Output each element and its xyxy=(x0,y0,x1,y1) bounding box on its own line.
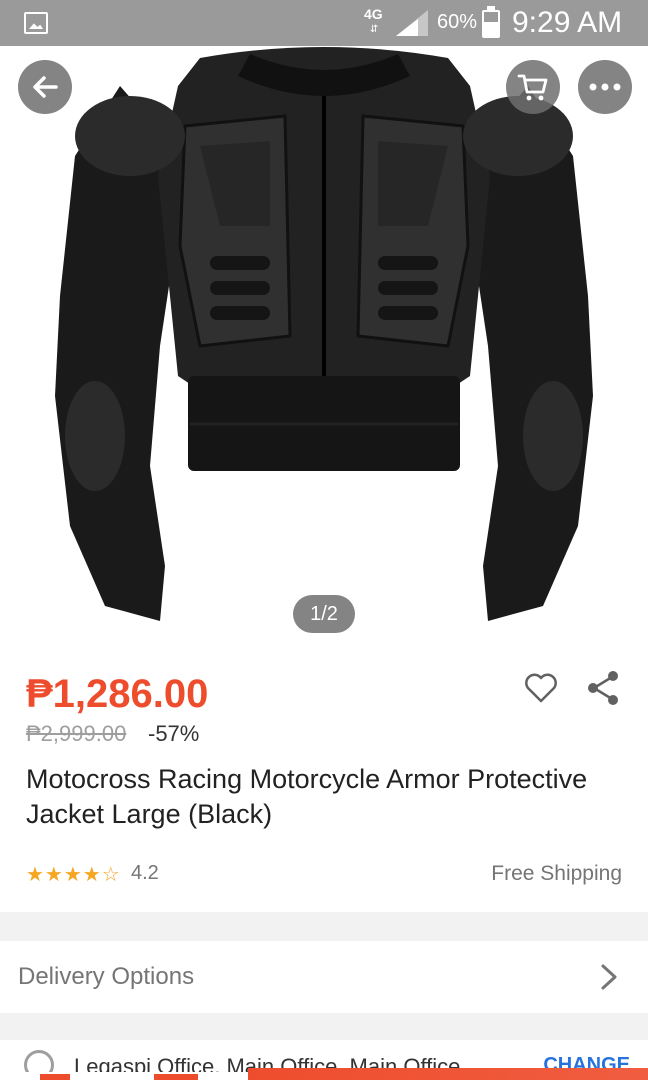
delivery-options-label: Delivery Options xyxy=(18,963,195,990)
cart-button[interactable] xyxy=(506,60,560,114)
battery-icon xyxy=(482,6,500,38)
product-image xyxy=(55,47,593,621)
clock: 9:29 AM xyxy=(512,6,623,39)
product-info-card: ₱1,286.00 ₱2,999.00 -57% Motocross Racin… xyxy=(0,648,648,912)
cart-icon xyxy=(517,74,548,101)
chevron-right-icon xyxy=(601,964,617,990)
gallery-notification-icon xyxy=(24,12,48,34)
rating-value: 4.2 xyxy=(131,862,159,884)
free-shipping-label: Free Shipping xyxy=(491,862,622,885)
image-counter: 1/2 xyxy=(293,595,355,633)
product-image-gallery[interactable]: 1/2 xyxy=(0,46,648,648)
arrow-left-icon xyxy=(33,76,58,98)
signal-icon xyxy=(396,10,428,36)
product-title: Motocross Racing Motorcycle Armor Protec… xyxy=(26,764,588,829)
battery-percent: 60% xyxy=(437,11,478,33)
buy-now-button[interactable] xyxy=(248,1068,648,1080)
discount-percent: -57% xyxy=(148,721,200,746)
data-arrows-icon: ⇵ xyxy=(370,24,379,35)
rating-stars: ★★★★☆ xyxy=(26,864,121,886)
original-price: ₱2,999.00 xyxy=(26,721,127,746)
more-options-button[interactable] xyxy=(578,60,632,114)
bottom-bar-cart-accent[interactable] xyxy=(154,1074,198,1080)
delivery-options-row[interactable]: Delivery Options xyxy=(0,941,648,1013)
more-dots-icon xyxy=(589,83,621,91)
heart-icon[interactable] xyxy=(524,672,558,704)
network-type: 4G xyxy=(364,6,383,22)
back-button[interactable] xyxy=(18,60,72,114)
status-bar: 4G ⇵ 60% 9:29 AM xyxy=(0,0,648,46)
share-icon[interactable] xyxy=(586,670,620,706)
sale-price: ₱1,286.00 xyxy=(26,672,209,716)
bottom-bar-chat-accent[interactable] xyxy=(40,1074,70,1080)
